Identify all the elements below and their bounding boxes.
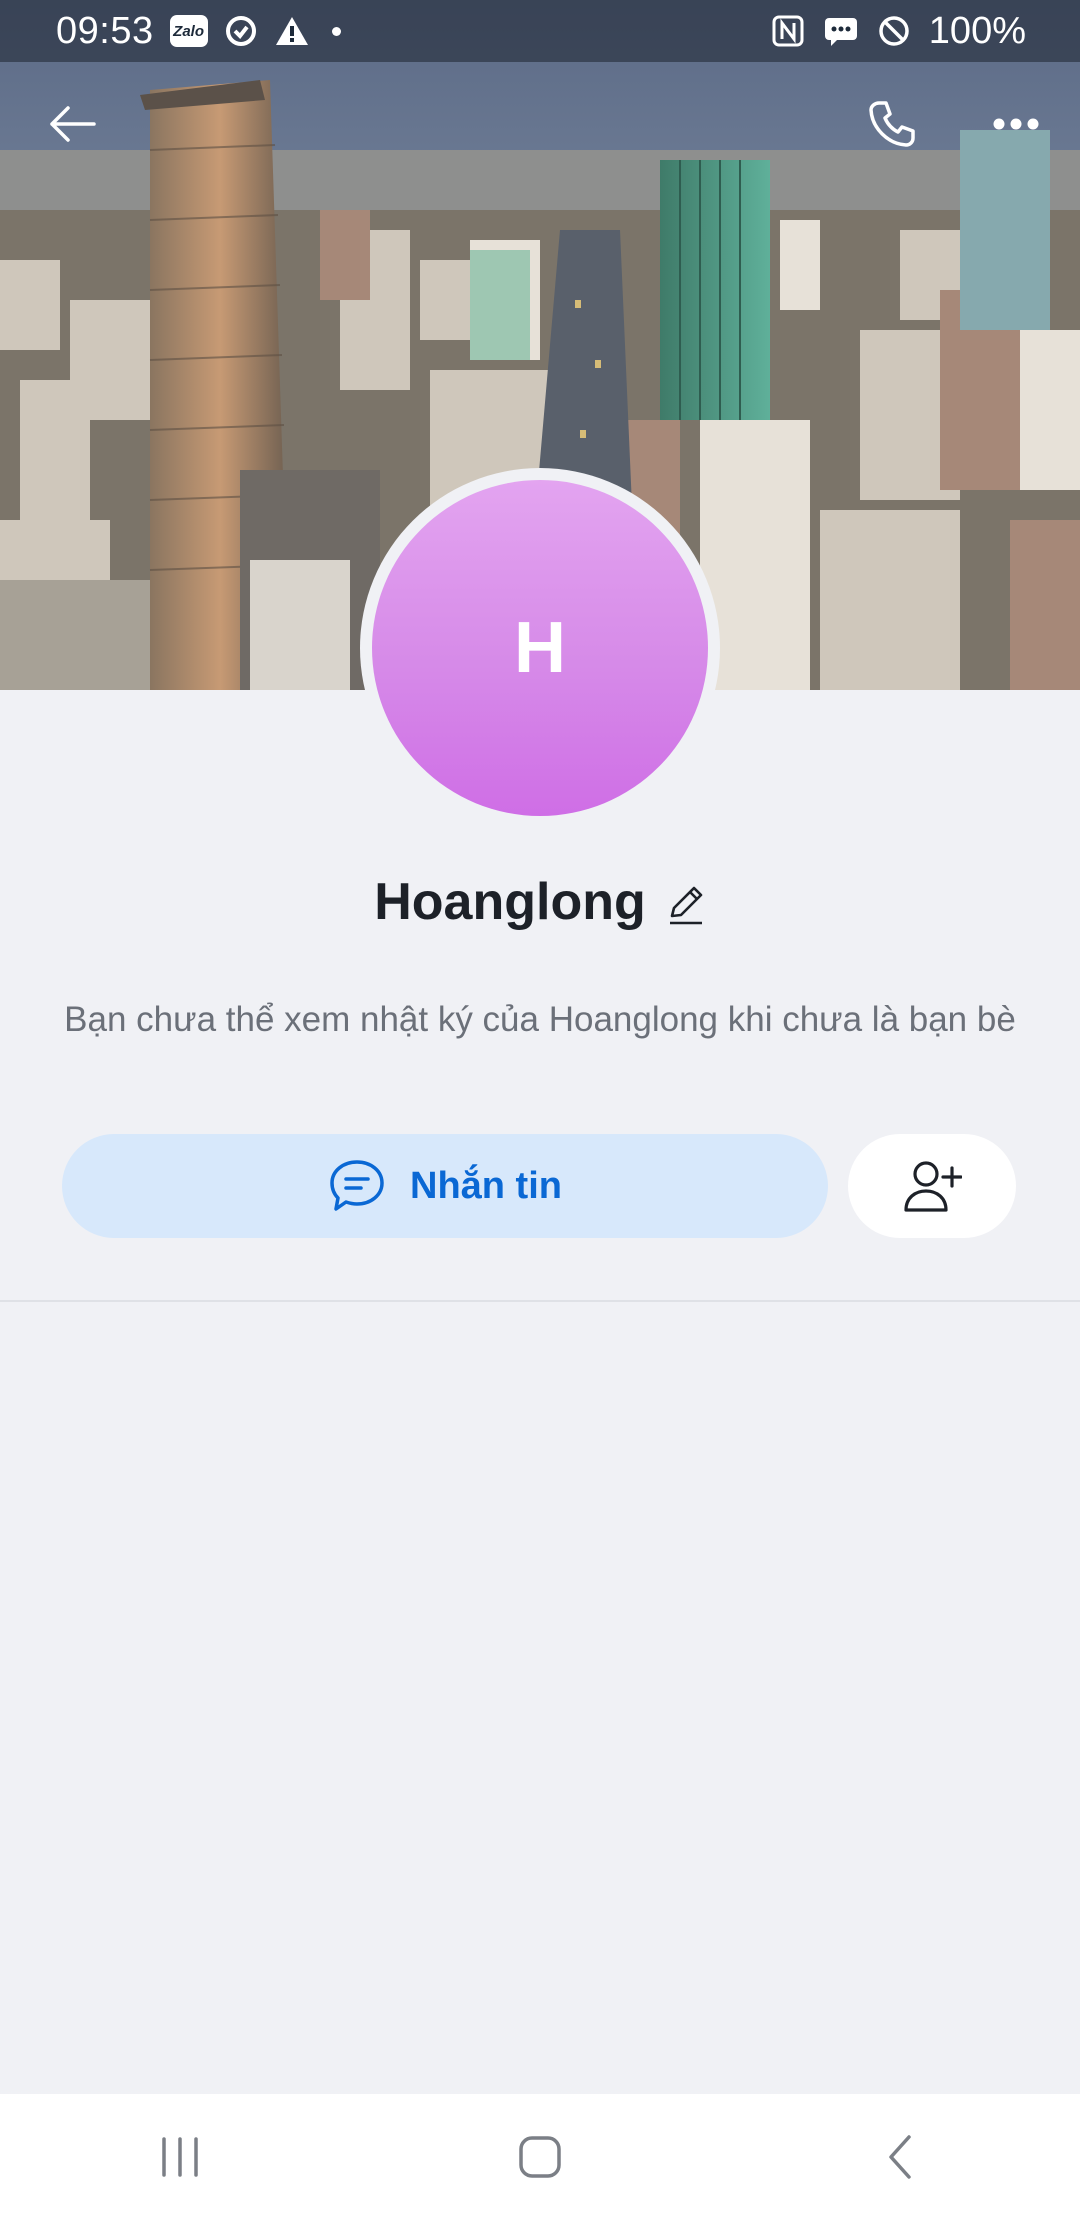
phone-icon xyxy=(869,101,915,147)
status-left: 09:53 Zalo xyxy=(56,10,771,53)
warning-icon xyxy=(274,15,310,47)
call-button[interactable] xyxy=(856,88,928,160)
message-button-label: Nhắn tin xyxy=(410,1164,562,1207)
avatar-initial: H xyxy=(514,608,566,688)
edit-name-button[interactable] xyxy=(666,882,706,926)
pencil-icon xyxy=(669,886,703,925)
do-not-disturb-icon xyxy=(877,14,911,48)
diary-restriction-text: Bạn chưa thể xem nhật ký của Hoanglong k… xyxy=(64,1000,1016,1039)
add-friend-button[interactable] xyxy=(848,1134,1016,1238)
avatar-ring: H xyxy=(360,468,720,828)
section-divider xyxy=(0,1300,1080,1302)
message-button[interactable]: Nhắn tin xyxy=(62,1134,828,1238)
home-icon xyxy=(519,2136,561,2178)
sync-icon xyxy=(224,14,258,48)
battery-level: 100% xyxy=(928,9,1026,52)
system-nav-bar xyxy=(0,2094,1080,2220)
name-row: Hoanglong xyxy=(0,866,1080,938)
more-horizontal-icon xyxy=(993,118,1039,130)
status-bar: 09:53 Zalo 100% xyxy=(0,0,1080,62)
dot-icon xyxy=(331,26,341,36)
recent-apps-button[interactable] xyxy=(120,2112,240,2202)
arrow-left-icon xyxy=(50,106,96,142)
avatar[interactable]: H xyxy=(372,480,708,816)
zalo-icon: Zalo xyxy=(169,15,208,47)
message-icon xyxy=(823,14,859,48)
status-time: 09:53 xyxy=(56,9,154,52)
more-button[interactable] xyxy=(980,88,1052,160)
nav-back-icon xyxy=(889,2135,911,2179)
back-button[interactable] xyxy=(36,88,108,160)
nfc-icon xyxy=(771,14,805,48)
home-button[interactable] xyxy=(480,2112,600,2202)
status-right: 100% xyxy=(771,10,1026,53)
recent-apps-icon xyxy=(162,2137,198,2177)
add-user-icon xyxy=(904,1161,962,1212)
nav-back-button[interactable] xyxy=(840,2112,960,2202)
profile-name: Hoanglong xyxy=(374,873,646,931)
chat-bubble-icon xyxy=(330,1160,384,1211)
profile-screen: 09:53 Zalo 100% H Hoanglong Bạn chưa thể… xyxy=(0,0,1080,2220)
